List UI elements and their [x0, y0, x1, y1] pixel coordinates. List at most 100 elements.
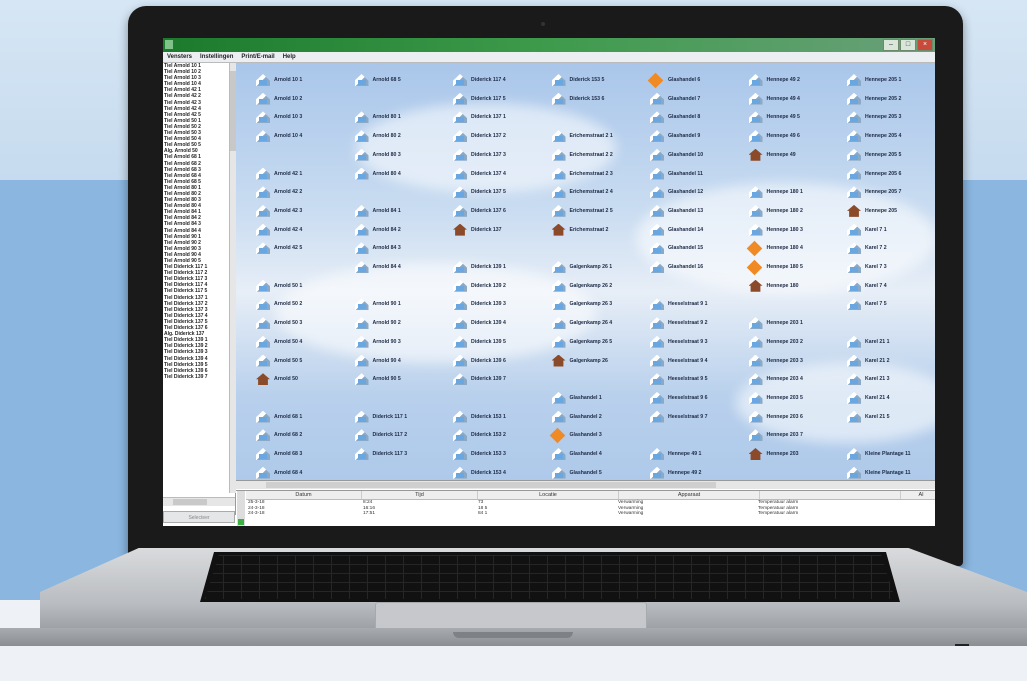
- device-tile[interactable]: Arnold 42 1: [256, 165, 356, 183]
- column-header[interactable]: Locatie: [478, 491, 619, 499]
- tree-item[interactable]: Tiel Diderick 139 7: [163, 374, 229, 380]
- device-tile[interactable]: Arnold 42 5: [256, 239, 356, 257]
- device-tile[interactable]: Diderick 153 2: [453, 426, 553, 444]
- device-tile[interactable]: Diderick 139 1: [453, 258, 553, 276]
- device-tile[interactable]: Hennepe 49 6: [748, 127, 849, 145]
- device-tile[interactable]: Glashandel 9: [650, 127, 750, 145]
- device-tile[interactable]: Diderick 137 4: [453, 165, 553, 183]
- device-tile[interactable]: Galgenkamp 26 4: [551, 314, 652, 332]
- device-tile[interactable]: Diderick 137 3: [453, 146, 553, 164]
- device-tile[interactable]: Hennepe 180 5: [746, 258, 849, 276]
- device-tile[interactable]: Arnold 10 2: [256, 90, 356, 108]
- device-tile[interactable]: Diderick 139 5: [453, 333, 553, 351]
- device-tile[interactable]: Hennepe 49 4: [748, 90, 849, 108]
- device-tile[interactable]: Diderick 153 1: [453, 408, 553, 426]
- device-tile[interactable]: Arnold 50 2: [256, 295, 356, 313]
- table-row[interactable]: 24-3-18 17:51 84 1 Verwarming Temperatuur al…: [246, 511, 896, 517]
- device-tile[interactable]: Arnold 90 1: [354, 295, 455, 313]
- device-tile[interactable]: Arnold 42 4: [256, 221, 356, 239]
- device-tile[interactable]: Erichemstraat 2 5: [551, 202, 652, 220]
- device-tile[interactable]: Diderick 117 5: [453, 90, 553, 108]
- menu-item-vensters[interactable]: Vensters: [167, 52, 192, 62]
- device-tile[interactable]: Hennepe 180 3: [748, 221, 849, 239]
- menu-item-instellingen[interactable]: Instellingen: [200, 52, 233, 62]
- device-tile[interactable]: Arnold 80 3: [354, 146, 455, 164]
- device-tile[interactable]: Hennepe 49 2: [650, 464, 750, 480]
- device-tile[interactable]: Arnold 50 5: [256, 352, 356, 370]
- close-button[interactable]: ×: [917, 39, 933, 51]
- device-tile[interactable]: Hennepe 49: [748, 146, 849, 164]
- device-tile[interactable]: Hennepe 49 2: [748, 71, 849, 89]
- device-tile[interactable]: Karel 7 2: [847, 239, 935, 257]
- device-tile[interactable]: Arnold 84 4: [354, 258, 455, 276]
- column-header[interactable]: Tijd: [362, 491, 478, 499]
- device-tile[interactable]: Galgenkamp 26 5: [551, 333, 652, 351]
- device-tile[interactable]: Erichemstraat 2 2: [551, 146, 652, 164]
- device-tile[interactable]: Galgenkamp 26: [551, 352, 652, 370]
- device-tile[interactable]: Diderick 139 4: [453, 314, 553, 332]
- device-tile[interactable]: Galgenkamp 26 3: [551, 295, 652, 313]
- menu-item-help[interactable]: Help: [283, 52, 296, 62]
- device-tile[interactable]: Diderick 117 2: [354, 426, 455, 444]
- device-tile[interactable]: Galgenkamp 26 1: [551, 258, 652, 276]
- device-tile[interactable]: Diderick 153 6: [551, 90, 652, 108]
- device-tile[interactable]: Glashandel 5: [551, 464, 652, 480]
- device-tile[interactable]: Arnold 90 3: [354, 333, 455, 351]
- device-tile[interactable]: Hennepe 203 7: [748, 426, 849, 444]
- device-tile[interactable]: Arnold 84 3: [354, 239, 455, 257]
- device-tile[interactable]: Hennepe 205: [847, 202, 935, 220]
- device-tile[interactable]: Arnold 10 3: [256, 108, 356, 126]
- device-tile[interactable]: Glashandel 15: [650, 239, 750, 257]
- select-button[interactable]: Selecteer: [163, 511, 235, 523]
- device-tile[interactable]: Diderick 139 7: [453, 370, 553, 388]
- device-tile[interactable]: Diderick 137 2: [453, 127, 553, 145]
- device-tile[interactable]: Arnold 68 1: [256, 408, 356, 426]
- device-tile[interactable]: Galgenkamp 26 2: [551, 277, 652, 295]
- device-tile[interactable]: Erichemstraat 2 3: [551, 165, 652, 183]
- device-tile[interactable]: Karel 21 3: [847, 370, 935, 388]
- device-tile[interactable]: Diderick 153 3: [453, 445, 553, 463]
- device-tile[interactable]: Diderick 117 1: [354, 408, 455, 426]
- column-header[interactable]: Datum: [246, 491, 362, 499]
- device-tile[interactable]: Arnold 68 5: [354, 71, 455, 89]
- minimize-button[interactable]: –: [883, 39, 899, 51]
- device-tile[interactable]: Glashandel 11: [650, 165, 750, 183]
- device-tile[interactable]: Diderick 137: [453, 221, 553, 239]
- device-tile[interactable]: Karel 7 5: [847, 295, 935, 313]
- device-tile[interactable]: Hennepe 203 2: [748, 333, 849, 351]
- device-tile[interactable]: Kleine Plantage 11: [847, 445, 935, 463]
- device-tile[interactable]: Hennepe 203 6: [748, 408, 849, 426]
- device-tile[interactable]: Hennepe 49 5: [748, 108, 849, 126]
- device-tile[interactable]: Diderick 153 4: [453, 464, 553, 480]
- device-tile[interactable]: Arnold 68 3: [256, 445, 356, 463]
- device-tile[interactable]: Hennepe 180 2: [748, 202, 849, 220]
- device-tile[interactable]: Arnold 90 2: [354, 314, 455, 332]
- device-tile[interactable]: Karel 21 2: [847, 352, 935, 370]
- device-tile[interactable]: Arnold 50: [256, 370, 356, 388]
- device-tile[interactable]: Glashandel 14: [650, 221, 750, 239]
- device-tile[interactable]: Karel 21 4: [847, 389, 935, 407]
- device-tile[interactable]: Diderick 117 3: [354, 445, 455, 463]
- device-tile[interactable]: Arnold 50 4: [256, 333, 356, 351]
- device-tile[interactable]: Kleine Plantage 11: [847, 464, 935, 480]
- device-tile[interactable]: Diderick 139 3: [453, 295, 553, 313]
- tree-vertical-scrollbar[interactable]: [229, 63, 236, 493]
- device-tile[interactable]: Hennepe 203 3: [748, 352, 849, 370]
- device-tile[interactable]: Glashandel 16: [650, 258, 750, 276]
- device-tile[interactable]: Arnold 42 2: [256, 183, 356, 201]
- device-tile[interactable]: Hennepe 205 6: [847, 165, 935, 183]
- device-tile[interactable]: Glashandel 13: [650, 202, 750, 220]
- device-tile[interactable]: Erichemstraat 2 4: [551, 183, 652, 201]
- device-tile[interactable]: Glashandel 1: [551, 389, 652, 407]
- device-tile[interactable]: Arnold 80 4: [354, 165, 455, 183]
- overview-horizontal-scrollbar[interactable]: [236, 480, 935, 489]
- device-tile[interactable]: Heeselstraat 9 3: [650, 333, 750, 351]
- device-tile[interactable]: Diderick 117 4: [453, 71, 553, 89]
- device-tile[interactable]: Glashandel 3: [549, 426, 652, 444]
- device-tile[interactable]: Karel 7 3: [847, 258, 935, 276]
- device-tile[interactable]: Karel 7 4: [847, 277, 935, 295]
- device-tile[interactable]: Diderick 153 5: [551, 71, 652, 89]
- device-tile[interactable]: Glashandel 4: [551, 445, 652, 463]
- device-tile[interactable]: Glashandel 6: [647, 71, 750, 89]
- device-tile[interactable]: Hennepe 205 3: [847, 108, 935, 126]
